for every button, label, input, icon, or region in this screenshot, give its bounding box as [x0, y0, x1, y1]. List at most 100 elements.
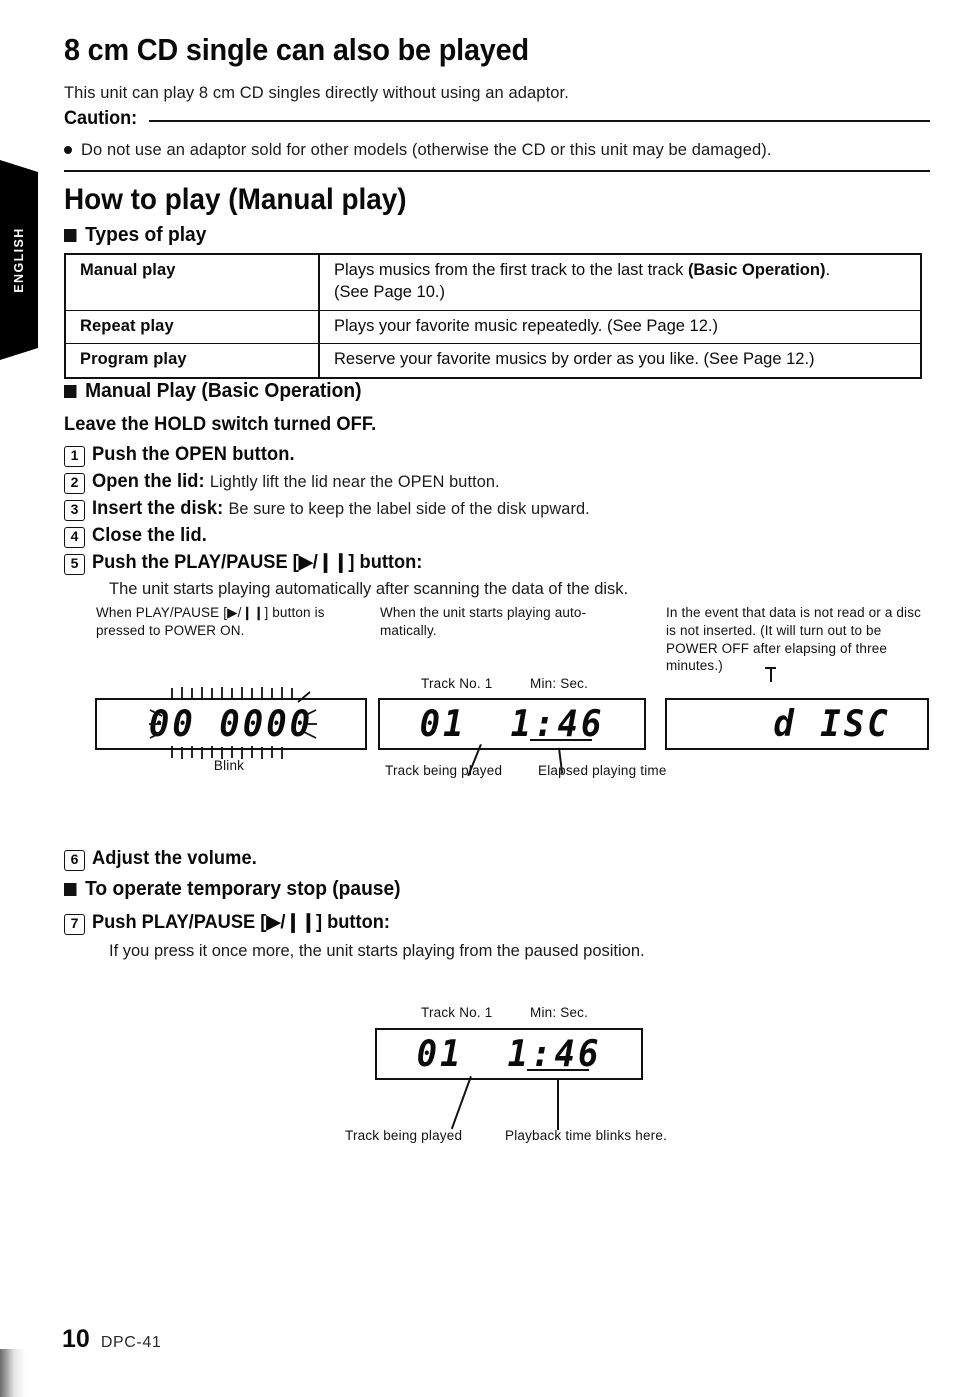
display-4-track-label: Track No. 1 [421, 1005, 493, 1020]
step-3: 3 Insert the disk: Be sure to keep the l… [64, 497, 930, 521]
step-number: 6 [64, 850, 85, 871]
bullet-dot-icon [64, 146, 72, 154]
display-4-leader-right [557, 1078, 559, 1130]
caution-bullet-row: Do not use an adaptor sold for other mod… [64, 139, 930, 161]
hold-switch-note: Leave the HOLD switch turned OFF. [64, 414, 930, 436]
row-description: Reserve your favorite musics by order as… [319, 343, 921, 379]
section-8cm-intro: This unit can play 8 cm CD singles direc… [64, 82, 930, 104]
step-label-bold: Insert the disk: [92, 498, 224, 519]
step-number: 7 [64, 914, 85, 935]
display-4-leader-right-label: Playback time blinks here. [505, 1128, 668, 1143]
pause-heading: To operate temporary stop (pause) [85, 878, 401, 900]
step-label: Push the OPEN button. [92, 444, 295, 465]
step-2: 2 Open the lid: Lightly lift the lid nea… [64, 470, 930, 494]
table-row: Repeat play Plays your favorite music re… [65, 309, 921, 344]
display-1-blink-label: Blink [213, 758, 245, 773]
step-number: 1 [64, 446, 85, 467]
manual-play-heading-row: Manual Play (Basic Operation) [64, 380, 930, 403]
types-of-play-heading: Types of play [64, 224, 930, 247]
step-7-note-wrap: If you press it once more, the unit star… [64, 940, 930, 962]
display-2-caption: When the unit starts playing auto-matica… [380, 605, 587, 638]
step-label: Close the lid. [92, 525, 207, 546]
display-4-leader-left [450, 1076, 472, 1130]
row-desc-bold: (Basic Operation) [687, 261, 826, 279]
step-1: 1 Push the OPEN button. [64, 443, 930, 467]
caution-bullet-text: Do not use an adaptor sold for other mod… [81, 141, 772, 159]
row-description: Plays musics from the first track to the… [319, 254, 921, 310]
caution-header: Caution: [64, 108, 930, 130]
display-2-time-value: 1:46 [510, 702, 605, 746]
row-desc-post: . [825, 261, 831, 279]
square-bullet-icon [64, 883, 77, 896]
scan-edge-artifact [0, 1349, 26, 1397]
display-2-time-underline [530, 739, 592, 741]
row-desc-pre: Plays musics from the first track to the… [334, 261, 688, 279]
row-description: Plays your favorite music repeatedly. (S… [319, 309, 921, 344]
step-label-light: Lightly lift the lid near the OPEN butto… [209, 472, 500, 491]
types-of-play-table-wrap: Manual play Plays musics from the first … [64, 253, 930, 380]
step-number: 3 [64, 500, 85, 521]
step-5-note: The unit starts playing automatically af… [109, 580, 629, 598]
display-4-time-underline [527, 1069, 589, 1071]
row-desc-line2: (See Page 10.) [334, 282, 445, 301]
table-row: Program play Reserve your favorite music… [65, 343, 921, 379]
display-4-time-value: 1:46 [507, 1032, 602, 1076]
language-tab-label: ENGLISH [12, 227, 26, 293]
display-3-value: d ISC [773, 702, 891, 746]
display-2-leader-right-label: Elapsed playing time [538, 763, 667, 778]
display-1-caption: When PLAY/PAUSE [▶/❙❙] button is pressed… [96, 605, 325, 638]
display-4-track-value: 01 [416, 1032, 464, 1076]
types-of-play-table: Manual play Plays musics from the first … [64, 253, 922, 380]
display-panel-playing: 01 1:46 [378, 698, 646, 750]
hold-note-text: Leave the HOLD switch turned OFF. [64, 414, 377, 435]
howto-heading: How to play (Manual play) [64, 183, 407, 216]
step-label: Insert the disk: Be sure to keep the lab… [92, 497, 590, 521]
display-panel-paused: 01 1:46 [375, 1028, 643, 1080]
row-name: Manual play [65, 254, 320, 311]
step-5-note-wrap: The unit starts playing automatically af… [64, 578, 930, 600]
caution-bottom-rule [64, 170, 930, 172]
step-number: 5 [64, 554, 85, 575]
step-6: 6 Adjust the volume. [64, 847, 930, 871]
row-name: Repeat play [65, 309, 320, 344]
display-2-track-label: Track No. 1 [421, 676, 493, 691]
manual-play-heading: Manual Play (Basic Operation) [85, 380, 362, 402]
step-label: Open the lid: Lightly lift the lid near … [92, 470, 500, 494]
square-bullet-icon [64, 229, 77, 242]
pointer-tick-icon [770, 668, 772, 682]
step-label: Push PLAY/PAUSE [▶/❙❙] button: [92, 912, 390, 933]
display-4-leader-left-label: Track being played [345, 1128, 463, 1143]
display-4-time-label: Min: Sec. [530, 1005, 589, 1020]
display-2-leader-left-label: Track being played [385, 763, 503, 778]
display-panel-power-on: 00 0000 [95, 698, 367, 750]
step-number: 4 [64, 527, 85, 548]
pause-heading-row: To operate temporary stop (pause) [64, 878, 930, 901]
step-5: 5 Push the PLAY/PAUSE [▶/❙❙] button: [64, 551, 930, 575]
intro-text: This unit can play 8 cm CD singles direc… [64, 84, 569, 102]
step-label: Adjust the volume. [92, 848, 257, 869]
step-label-light: Be sure to keep the label side of the di… [228, 499, 590, 518]
display-panel-no-disc: d ISC [665, 698, 929, 750]
step-label: Push the PLAY/PAUSE [▶/❙❙] button: [92, 552, 423, 573]
display-2-time-label: Min: Sec. [530, 676, 589, 691]
step-4: 4 Close the lid. [64, 524, 930, 548]
display-1-value: 00 0000 [148, 702, 314, 746]
display-3-caption: In the event that data is not read or a … [666, 605, 922, 674]
footer-page-number: 10 [62, 1325, 90, 1353]
footer-model-name: DPC-41 [100, 1334, 162, 1351]
section-8cm-cd: 8 cm CD single can also be played [64, 32, 930, 67]
table-row: Manual play Plays musics from the first … [65, 254, 921, 311]
step-7-note: If you press it once more, the unit star… [109, 942, 645, 960]
manual-page: ENGLISH 8 cm CD single can also be playe… [0, 0, 954, 1397]
step-label-bold: Open the lid: [92, 471, 205, 492]
page-title: 8 cm CD single can also be played [64, 32, 529, 67]
language-tab: ENGLISH [0, 160, 38, 360]
page-footer: 10 DPC-41 [62, 1325, 161, 1354]
caution-rule [149, 120, 930, 122]
step-number: 2 [64, 473, 85, 494]
display-2-track-value: 01 [419, 702, 467, 746]
square-bullet-icon [64, 385, 77, 398]
pointer-tick-cap-icon [765, 667, 776, 669]
row-name: Program play [65, 343, 320, 379]
step-7: 7 Push PLAY/PAUSE [▶/❙❙] button: [64, 911, 930, 935]
